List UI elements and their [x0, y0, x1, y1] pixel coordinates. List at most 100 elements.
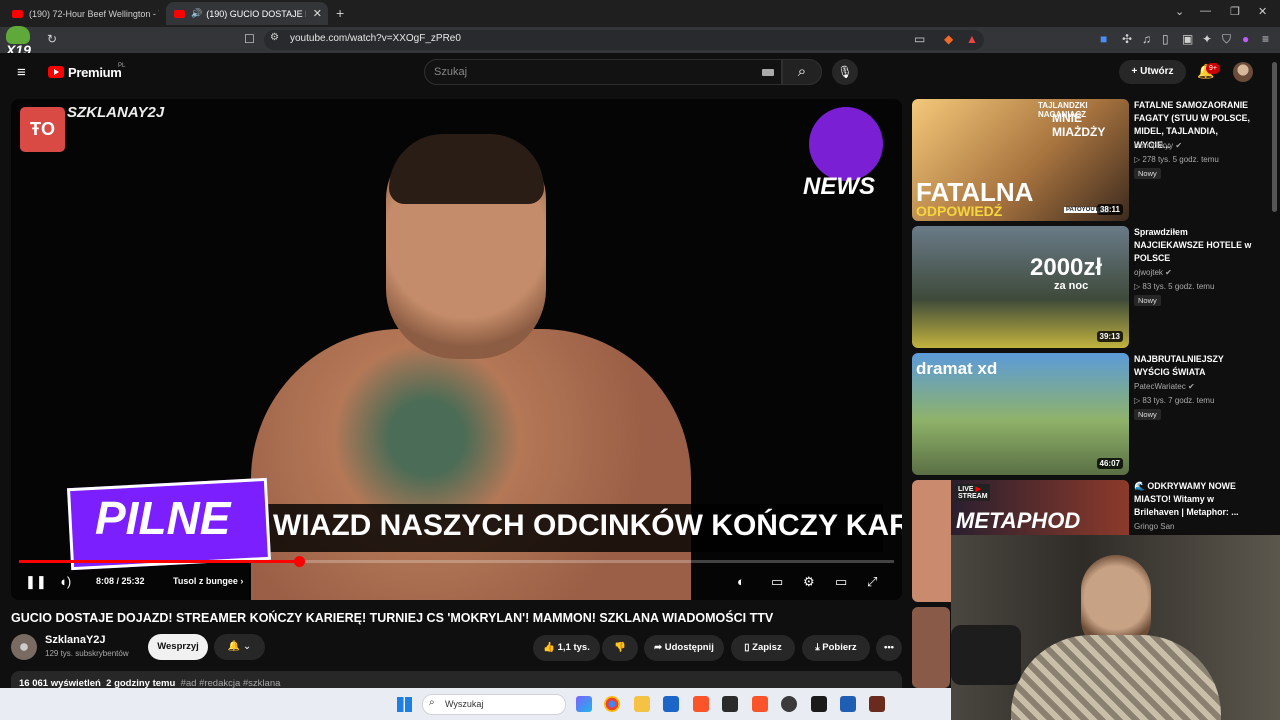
- app-icon[interactable]: [722, 696, 738, 712]
- time-display: 8:08 / 25:32: [96, 576, 145, 586]
- editor-icon[interactable]: [840, 696, 856, 712]
- terminal-icon[interactable]: [811, 696, 827, 712]
- maximize-icon[interactable]: ❐: [1230, 5, 1240, 18]
- obs-icon[interactable]: [781, 696, 797, 712]
- tab-title: (190) GUCIO DOSTAJE DOJAZD! ST: [206, 8, 306, 19]
- share-icon: ➦: [654, 642, 665, 653]
- site-info-icon[interactable]: ⚙: [270, 32, 279, 43]
- notifications-dropdown-button[interactable]: 🔔 ⌄: [214, 634, 265, 660]
- video-player[interactable]: ŦO SZKLANAY2J NEWS PILNE WIAZD NASZYCH O…: [11, 99, 902, 600]
- shield-app-icon[interactable]: [869, 696, 885, 712]
- voice-search-button[interactable]: 🎙: [832, 59, 858, 85]
- share-label: Udostępnij: [664, 642, 714, 653]
- create-label: Utwórz: [1140, 66, 1174, 77]
- tab-close-icon[interactable]: ✕: [313, 7, 322, 20]
- thumb-caption: dramat xd: [916, 359, 998, 378]
- taskbar-search-field[interactable]: [422, 694, 566, 715]
- media-icon[interactable]: ♫: [1142, 32, 1151, 46]
- profile-icon[interactable]: ●: [1242, 32, 1249, 46]
- page-scrollbar[interactable]: [1272, 62, 1277, 212]
- sidebar-icon[interactable]: ▯: [1162, 32, 1169, 46]
- rec-meta: ▷ 83 tys. 5 godz. temu: [1134, 282, 1215, 291]
- theater-mode-icon[interactable]: ▭: [835, 574, 847, 590]
- hamburger-menu-icon[interactable]: ≡: [17, 64, 26, 81]
- chapter-button[interactable]: Tusol z bungee ›: [173, 576, 243, 586]
- new-tab-icon[interactable]: +: [336, 5, 344, 21]
- new-badge: Nowy: [1134, 409, 1161, 420]
- account-avatar[interactable]: [1233, 62, 1253, 82]
- puzzle-icon[interactable]: ✣: [1122, 32, 1132, 46]
- rec-thumbnail[interactable]: [912, 607, 950, 688]
- rec-thumbnail[interactable]: TAJLANDZKI NAGANIACZ MNIE MIAŻDŻY FATALN…: [912, 99, 1129, 221]
- dislike-button[interactable]: 👎: [602, 635, 638, 661]
- support-button[interactable]: Wesprzyj: [148, 634, 208, 660]
- settings-gear-icon[interactable]: ⚙: [803, 574, 815, 590]
- progress-scrubber[interactable]: [294, 556, 305, 567]
- pause-icon[interactable]: ❚❚: [25, 574, 47, 590]
- video-title: GUCIO DOSTAJE DOJAZD! STREAMER KOŃCZY KA…: [11, 611, 774, 625]
- browser-tab-active[interactable]: 🔊 (190) GUCIO DOSTAJE DOJAZD! ST ✕: [166, 2, 328, 25]
- stream-text: STREAM: [958, 493, 988, 500]
- rec-channel[interactable]: PatecWariatec ✔: [1134, 382, 1195, 391]
- copilot-icon[interactable]: [576, 696, 592, 712]
- vpn-icon[interactable]: ⛉: [1222, 32, 1231, 47]
- rec-title[interactable]: NAJBRUTALNIEJSZY WYŚCIG ŚWIATA: [1134, 353, 1256, 379]
- subtitles-icon[interactable]: ▭: [771, 574, 783, 590]
- search-input[interactable]: [424, 59, 782, 85]
- rec-title[interactable]: 🌊 ODKRYWAMY NOWE MIASTO! Witamy w Brileh…: [1134, 480, 1256, 520]
- rec-channel[interactable]: Konopskyy ✔: [1134, 141, 1182, 150]
- chapter-title: Tusol z bungee: [173, 576, 238, 586]
- brave-icon[interactable]: [693, 696, 709, 712]
- browser-tab[interactable]: (190) 72-Hour Beef Wellington - YouTube: [4, 2, 164, 25]
- wallet-icon[interactable]: ▣: [1182, 32, 1193, 46]
- search-icon: ⌕: [797, 63, 807, 80]
- rec-channel[interactable]: ojwojtek ✔: [1134, 268, 1172, 277]
- close-window-icon[interactable]: ✕: [1258, 5, 1267, 18]
- file-explorer-icon[interactable]: [634, 696, 650, 712]
- channel-avatar[interactable]: [11, 634, 37, 660]
- chrome-icon[interactable]: [604, 696, 620, 712]
- url-text[interactable]: youtube.com/watch?v=XXOgF_zPRe0: [290, 33, 461, 44]
- thumb-live-badge: LIVE ▶ STREAM: [956, 484, 990, 501]
- rec-channel-name[interactable]: Gringo San: [1134, 522, 1174, 531]
- like-button[interactable]: 👍 1,1 tys.: [533, 635, 600, 661]
- leo-icon[interactable]: ✦: [1202, 32, 1212, 46]
- taskbar-search-placeholder: Wyszukaj: [445, 699, 484, 709]
- channel-name[interactable]: SzklanaY2J: [45, 634, 106, 646]
- menu-icon[interactable]: ≡: [1262, 32, 1269, 46]
- logo-text[interactable]: Premium: [68, 65, 122, 80]
- windows-start-icon[interactable]: [397, 697, 412, 712]
- youtube-logo-icon[interactable]: [48, 66, 64, 78]
- rec-thumbnail[interactable]: dramat xd 46:07: [912, 353, 1129, 475]
- more-actions-button[interactable]: •••: [876, 635, 902, 661]
- minimize-icon[interactable]: —: [1200, 5, 1211, 17]
- rec-channel-name: PatecWariatec: [1134, 382, 1186, 391]
- autoplay-toggle-icon[interactable]: ◐: [737, 574, 745, 589]
- share-button[interactable]: ➦ Udostępnij: [644, 635, 724, 661]
- taskbar-search-icon: ⌕: [429, 697, 435, 708]
- search-button[interactable]: ⌕: [782, 59, 822, 85]
- create-button[interactable]: + Utwórz: [1119, 60, 1186, 84]
- download-button[interactable]: ⤓ Pobierz: [802, 635, 870, 661]
- news-logo-text: NEWS: [803, 173, 875, 200]
- reload-icon[interactable]: ↻: [47, 32, 57, 46]
- bookmark-icon[interactable]: ☐: [244, 32, 255, 46]
- live-text: LIVE: [958, 486, 974, 493]
- microphone-arm: [951, 625, 1021, 685]
- save-button[interactable]: ▯ Zapisz: [731, 635, 795, 661]
- cast-icon[interactable]: ▭: [914, 32, 925, 46]
- volume-icon[interactable]: ◖): [59, 574, 71, 589]
- rec-thumbnail[interactable]: 2000zł za noc 39:13: [912, 226, 1129, 348]
- brave-rewards-icon[interactable]: ▲: [966, 32, 978, 46]
- tab-search-icon[interactable]: ⌄: [1175, 5, 1184, 18]
- rec-title[interactable]: Sprawdziłem NAJCIEKAWSZE HOTELE w POLSCE: [1134, 226, 1256, 266]
- brave-active-icon[interactable]: [752, 696, 768, 712]
- fullscreen-icon[interactable]: ⤢: [867, 574, 877, 590]
- store-icon[interactable]: [663, 696, 679, 712]
- extension-icon[interactable]: ■: [1100, 32, 1107, 46]
- bell-icon: 🔔: [227, 641, 241, 652]
- rec-channel-name: Konopskyy: [1134, 141, 1174, 150]
- keyboard-icon[interactable]: [762, 69, 774, 76]
- brave-shield-icon[interactable]: ◆: [944, 32, 953, 46]
- thumbs-down-icon: 👎: [614, 642, 626, 653]
